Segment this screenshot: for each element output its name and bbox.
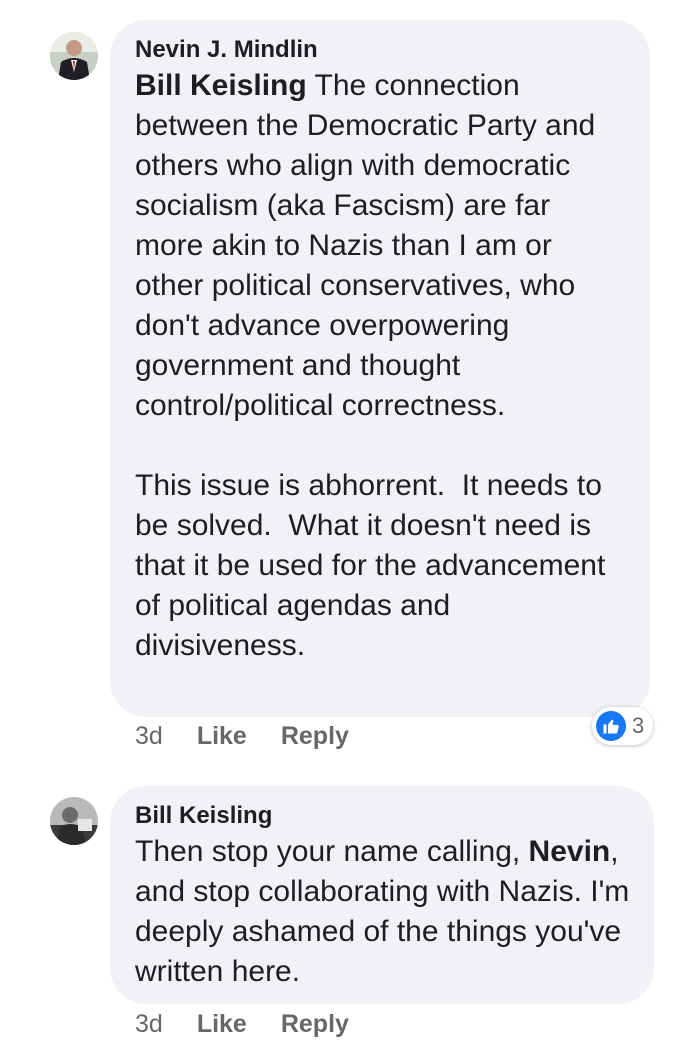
comment-text: Then stop your name calling, Nevin, and … — [135, 832, 630, 992]
like-button[interactable]: Like — [197, 722, 247, 751]
avatar[interactable] — [50, 797, 98, 845]
comment-author[interactable]: Bill Keisling — [135, 802, 630, 830]
comment-bubble: Bill Keisling Then stop your name callin… — [110, 786, 654, 1004]
like-button[interactable]: Like — [197, 1010, 247, 1039]
thumbs-up-icon — [596, 711, 626, 741]
avatar[interactable] — [50, 32, 98, 80]
comment-actions: 3d Like Reply — [135, 1010, 349, 1039]
reply-button[interactable]: Reply — [281, 1010, 349, 1039]
bill-avatar-image — [50, 797, 98, 845]
comment-text-part: The connection between the Democratic Pa… — [135, 69, 604, 422]
comment-timestamp[interactable]: 3d — [135, 722, 163, 751]
reaction-summary[interactable]: 3 — [592, 707, 654, 745]
reply-button[interactable]: Reply — [281, 722, 349, 751]
nevin-avatar-image — [50, 32, 98, 80]
comment-actions: 3d Like Reply — [135, 722, 349, 751]
mention-link[interactable]: Nevin — [529, 835, 611, 868]
comment-bubble: Nevin J. Mindlin Bill Keisling The conne… — [110, 20, 650, 717]
reaction-count: 3 — [632, 713, 645, 738]
comment-timestamp[interactable]: 3d — [135, 1010, 163, 1039]
comment-text: Bill Keisling The connection between the… — [135, 66, 626, 426]
comment-author[interactable]: Nevin J. Mindlin — [135, 36, 626, 64]
comment-text-part: Then stop your name calling, — [135, 835, 529, 868]
comment-text-paragraph-2: This issue is abhorrent. It needs to be … — [135, 469, 614, 662]
mention-link[interactable]: Bill Keisling — [135, 69, 307, 102]
